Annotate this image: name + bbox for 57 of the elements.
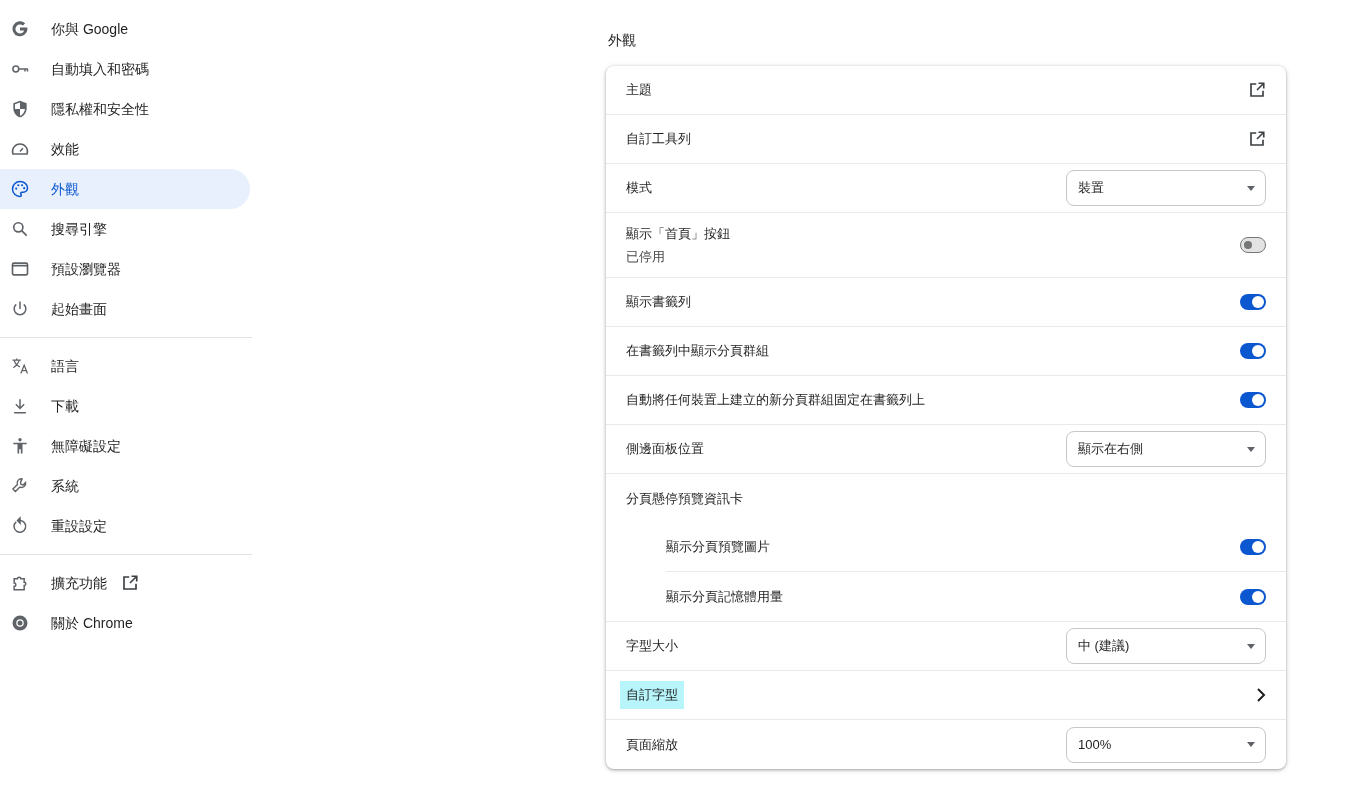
sidebar-item[interactable]: 無障礙設定 — [0, 426, 250, 466]
accessibility-icon — [10, 436, 30, 456]
setting-label: 模式 — [626, 179, 652, 198]
dropdown-caret-icon — [1247, 643, 1255, 649]
toggle-switch[interactable] — [1240, 237, 1266, 253]
setting-label: 字型大小 — [626, 637, 678, 656]
setting-label: 顯示分頁記憶體用量 — [666, 587, 783, 606]
setting-label: 顯示「首頁」按鈕 — [626, 224, 730, 243]
sidebar-item[interactable]: 擴充功能 — [0, 563, 250, 603]
setting-label: 在書籤列中顯示分頁群組 — [626, 342, 769, 361]
search-icon — [10, 219, 30, 239]
sidebar-item[interactable]: 你與 Google — [0, 9, 250, 49]
shield-icon — [10, 99, 30, 119]
chevron-right-button[interactable] — [1256, 688, 1266, 702]
google-logo-icon — [10, 19, 30, 39]
sidebar-item[interactable]: 起始畫面 — [0, 289, 250, 329]
sidebar-item[interactable]: 系統 — [0, 466, 250, 506]
dropdown-select[interactable]: 100% — [1066, 726, 1266, 763]
setting-label: 主題 — [626, 81, 652, 100]
setting-label: 分頁懸停預覽資訊卡 — [626, 489, 743, 508]
sidebar-item[interactable]: 搜尋引擎 — [0, 209, 250, 249]
dropdown-select[interactable]: 中 (建議) — [1066, 628, 1266, 664]
sidebar-item[interactable]: 外觀 — [0, 169, 250, 209]
setting-status: 已停用 — [626, 248, 665, 266]
external-link-icon — [1248, 81, 1266, 99]
translate-icon — [10, 356, 30, 376]
palette-icon — [10, 179, 30, 199]
setting-label: 頁面縮放 — [626, 735, 678, 754]
sidebar-item[interactable]: 效能 — [0, 129, 250, 169]
toggle-switch[interactable] — [1240, 539, 1266, 555]
section-title: 外觀 — [608, 31, 636, 50]
sidebar-item[interactable]: 重設設定 — [0, 506, 250, 546]
dropdown-caret-icon — [1247, 446, 1255, 452]
setting-label: 顯示分頁預覽圖片 — [666, 538, 770, 557]
dropdown-caret-icon — [1247, 742, 1255, 747]
sidebar-item[interactable]: 隱私權和安全性 — [0, 89, 250, 129]
sidebar-item[interactable]: 下載 — [0, 386, 250, 426]
external-link-icon — [1248, 130, 1266, 148]
chrome-logo-icon — [10, 613, 30, 633]
dropdown-select[interactable]: 裝置 — [1066, 170, 1266, 206]
setting-label: 自動將任何裝置上建立的新分頁群組固定在書籤列上 — [626, 391, 925, 410]
dropdown-caret-icon — [1247, 185, 1255, 191]
sidebar-item[interactable]: 預設瀏覽器 — [0, 249, 250, 289]
dropdown-select[interactable]: 顯示在右側 — [1066, 431, 1266, 467]
toggle-switch[interactable] — [1240, 392, 1266, 408]
browser-window-icon — [10, 259, 30, 279]
sidebar-item[interactable]: 關於 Chrome — [0, 603, 250, 643]
sidebar-item[interactable]: 語言 — [0, 346, 250, 386]
toggle-switch[interactable] — [1240, 294, 1266, 310]
toggle-switch[interactable] — [1240, 588, 1266, 605]
setting-label: 顯示書籤列 — [626, 293, 691, 312]
setting-label: 自訂工具列 — [626, 130, 691, 149]
chevron-right-icon — [1256, 688, 1266, 702]
setting-label: 自訂字型 — [620, 681, 684, 709]
sidebar-item[interactable]: 自動填入和密碼 — [0, 49, 250, 89]
toggle-switch[interactable] — [1240, 343, 1266, 359]
setting-label: 側邊面板位置 — [626, 440, 704, 459]
